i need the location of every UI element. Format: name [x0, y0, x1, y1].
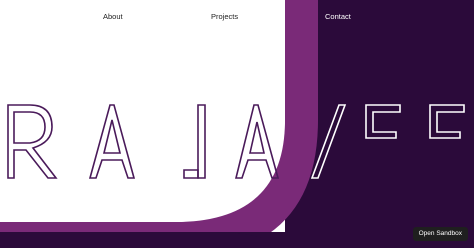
nav-link-about[interactable]: About	[103, 12, 123, 21]
app-stage: About Projects Contact Open Sandbox	[0, 0, 474, 248]
hero-background	[0, 0, 474, 248]
light-sheet	[0, 0, 285, 222]
nav-link-contact[interactable]: Contact	[325, 12, 351, 21]
open-sandbox-button[interactable]: Open Sandbox	[412, 227, 468, 241]
nav-link-projects[interactable]: Projects	[211, 12, 238, 21]
